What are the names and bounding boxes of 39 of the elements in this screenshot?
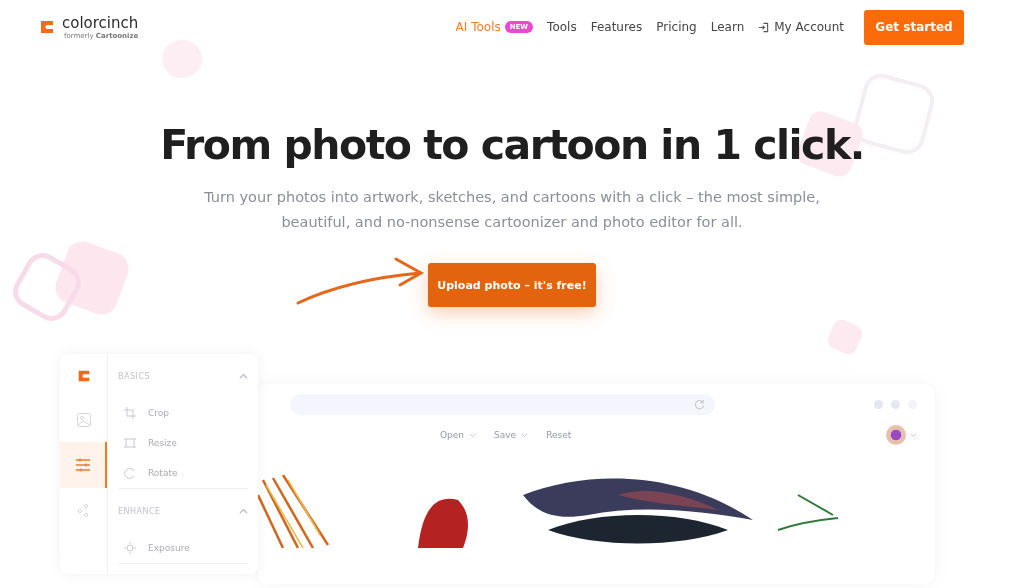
caret-icon [910, 432, 917, 438]
chevron-icon[interactable] [239, 508, 248, 514]
avatar[interactable] [886, 425, 906, 445]
section-title: ENHANCE [118, 506, 161, 516]
nav-link[interactable]: Pricing [656, 20, 697, 34]
upload-photo-button[interactable]: Upload photo – it's free! [428, 263, 596, 307]
resize-icon [124, 437, 136, 449]
crop-icon [124, 407, 136, 419]
caret-icon [469, 432, 477, 438]
nav-link[interactable]: Learn [710, 20, 745, 34]
logo-icon [38, 18, 56, 36]
logo-name[interactable]: colorcinch [62, 13, 139, 32]
nav-link[interactable]: AI Tools [455, 20, 501, 34]
adjust-tool[interactable] [60, 442, 107, 488]
address-bar[interactable] [290, 394, 715, 415]
login-icon [758, 21, 770, 33]
nav-link[interactable]: Features [590, 20, 643, 34]
get-started-button[interactable]: Get started [864, 9, 964, 45]
chevron-icon[interactable] [239, 373, 248, 379]
hero-title: From photo to cartoon in 1 click. [160, 121, 864, 169]
hero-subtitle: Turn your photos into artwork, sketches, and cartoons with a click – the most simple, beautiful, and no-nonsense cartoonizer and photo editor for all. [203, 188, 821, 232]
menu-item[interactable]: Rotate [148, 468, 178, 478]
menu-item[interactable]: Exposure [148, 543, 190, 553]
window-dot [874, 400, 883, 409]
sun-icon [124, 542, 136, 554]
nav-link[interactable]: Tools [547, 20, 577, 34]
window-dot [891, 400, 900, 409]
toolbar-menu[interactable]: Open [440, 430, 477, 440]
toolbar-menu[interactable]: Reset [546, 430, 572, 440]
menu-item[interactable]: Crop [148, 408, 169, 418]
section-title: BASICS [118, 371, 151, 381]
caret-icon [521, 432, 529, 438]
toolbar-menu[interactable]: Save [494, 430, 529, 440]
reload-icon[interactable] [694, 399, 705, 410]
rotate-icon [124, 467, 136, 479]
sliders-icon [74, 458, 91, 472]
menu-item[interactable]: Resize [148, 438, 177, 448]
image-icon [75, 411, 92, 428]
nav-link[interactable]: My Account [758, 20, 844, 34]
